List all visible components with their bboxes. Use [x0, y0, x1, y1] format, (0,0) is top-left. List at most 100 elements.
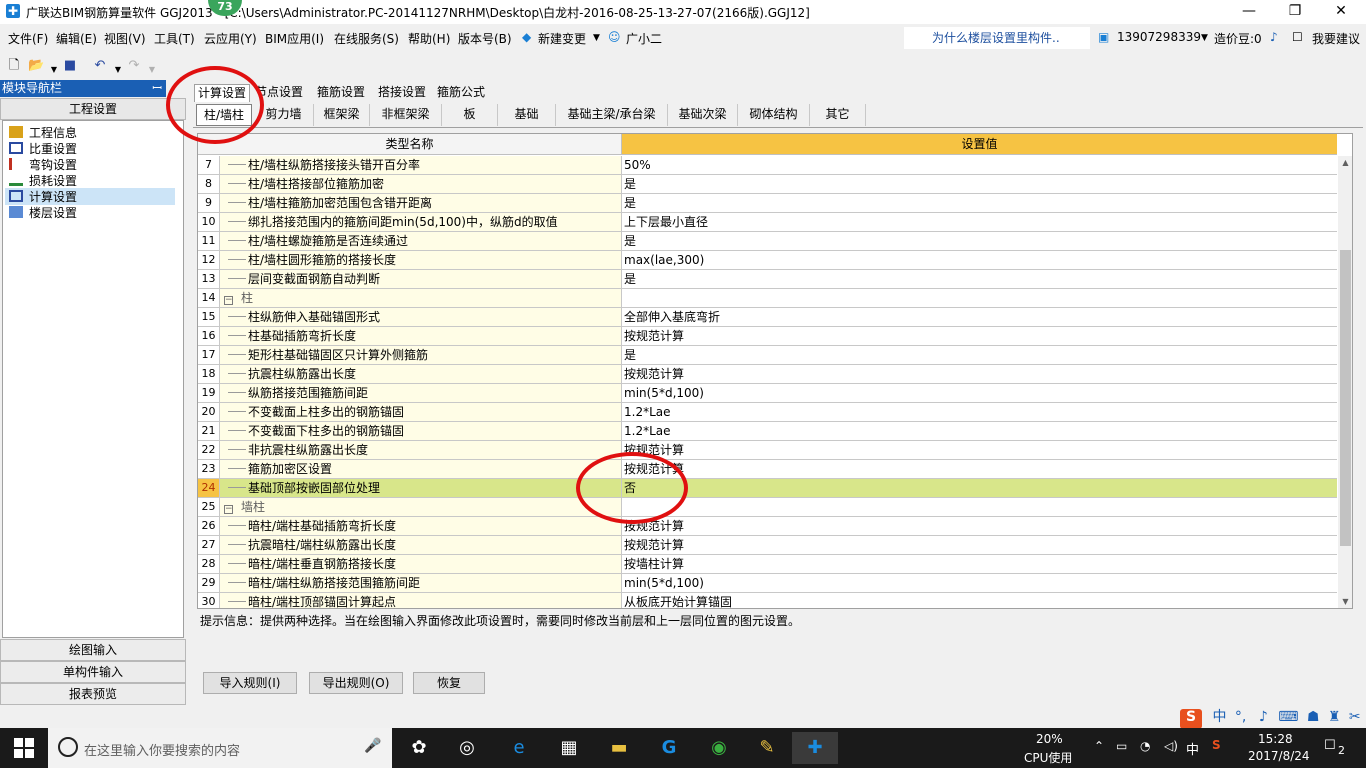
table-row[interactable]: 8 柱/墙柱搭接部位箍筋加密 是 — [198, 175, 1337, 194]
menu-version[interactable]: 版本号(B) — [458, 30, 512, 47]
task-view-icon[interactable]: ✿ — [396, 732, 442, 764]
table-row[interactable]: 10 绑扎搭接范围内的箍筋间距min(5d,100)中，纵筋d的取值 上下层最小直径 — [198, 213, 1337, 232]
setting-name-cell[interactable]: 柱纵筋伸入基础锚固形式 — [220, 308, 622, 326]
setting-value-cell[interactable]: 按规范计算 — [622, 441, 1337, 459]
table-row[interactable]: 29 暗柱/端柱纵筋搭接范围箍筋间距 min(5*d,100) — [198, 574, 1337, 593]
undo-dropdown-icon[interactable]: ▼ — [110, 62, 126, 78]
menu-tools[interactable]: 工具(T) — [154, 30, 195, 47]
menu-edit[interactable]: 编辑(E) — [56, 30, 97, 47]
scroll-thumb[interactable] — [1340, 250, 1351, 546]
ime-lang[interactable]: 中 — [1212, 709, 1226, 725]
table-row[interactable]: 23 箍筋加密区设置 按规范计算 — [198, 460, 1337, 479]
menu-help[interactable]: 帮助(H) — [408, 30, 450, 47]
restore-button[interactable]: ❐ — [1272, 0, 1318, 24]
table-row[interactable]: 19 纵筋搭接范围箍筋间距 min(5*d,100) — [198, 384, 1337, 403]
setting-name-cell[interactable]: 不变截面下柱多出的钢筋锚固 — [220, 422, 622, 440]
setting-name-cell[interactable]: 纵筋搭接范围箍筋间距 — [220, 384, 622, 402]
menu-online[interactable]: 在线服务(S) — [334, 30, 399, 47]
subtab-frame-beam[interactable]: 框架梁 — [314, 104, 370, 126]
menu-view[interactable]: 视图(V) — [104, 30, 146, 47]
clock-time[interactable]: 15:28 — [1258, 732, 1293, 746]
setting-name-cell[interactable]: 箍筋加密区设置 — [220, 460, 622, 478]
nav-item-loss[interactable]: 损耗设置 — [9, 172, 77, 189]
group-name-cell[interactable]: − 墙柱 — [220, 498, 622, 516]
setting-name-cell[interactable]: 抗震暗柱/端柱纵筋露出长度 — [220, 536, 622, 554]
collapse-icon[interactable]: − — [224, 296, 233, 305]
menu-cloud[interactable]: 云应用(Y) — [204, 30, 257, 47]
table-row[interactable]: 24 基础顶部按嵌固部位处理 否 — [198, 479, 1337, 498]
subtab-masonry[interactable]: 砌体结构 — [738, 104, 810, 126]
glodon-icon[interactable]: G — [646, 732, 692, 764]
vertical-scrollbar[interactable]: ▲ ▼ — [1338, 156, 1352, 608]
setting-value-cell[interactable]: 1.2*Lae — [622, 422, 1337, 440]
menu-bim[interactable]: BIM应用(I) — [265, 30, 324, 47]
setting-value-cell[interactable]: 按规范计算 — [622, 460, 1337, 478]
setting-value-cell[interactable]: 是 — [622, 194, 1337, 212]
user-phone[interactable]: 13907298339 — [1117, 30, 1201, 44]
file-explorer-icon[interactable]: ▬ — [596, 732, 642, 764]
setting-name-cell[interactable]: 柱/墙柱螺旋箍筋是否连续通过 — [220, 232, 622, 250]
setting-name-cell[interactable]: 绑扎搭接范围内的箍筋间距min(5d,100)中，纵筋d的取值 — [220, 213, 622, 231]
setting-name-cell[interactable]: 柱基础插筋弯折长度 — [220, 327, 622, 345]
setting-value-cell[interactable]: 按规范计算 — [622, 536, 1337, 554]
subtab-foundation[interactable]: 基础 — [498, 104, 556, 126]
setting-value-cell[interactable]: 按规范计算 — [622, 365, 1337, 383]
setting-name-cell[interactable]: 柱/墙柱圆形箍筋的搭接长度 — [220, 251, 622, 269]
table-row[interactable]: 27 抗震暗柱/端柱纵筋露出长度 按规范计算 — [198, 536, 1337, 555]
table-row[interactable]: 26 暗柱/端柱基础插筋弯折长度 按规范计算 — [198, 517, 1337, 536]
user-dropdown-icon[interactable]: ▼ — [1201, 33, 1208, 43]
table-row[interactable]: 22 非抗震柱纵筋露出长度 按规范计算 — [198, 441, 1337, 460]
setting-value-cell[interactable]: 否 — [622, 479, 1337, 497]
setting-value-cell[interactable]: 是 — [622, 270, 1337, 288]
table-row[interactable]: 30 暗柱/端柱顶部锚固计算起点 从板底开始计算锚固 — [198, 593, 1337, 608]
refresh-app-icon[interactable]: ◉ — [696, 732, 742, 764]
menu-file[interactable]: 文件(F) — [8, 30, 48, 47]
setting-value-cell[interactable]: 是 — [622, 175, 1337, 193]
redo-icon[interactable]: ↷ — [126, 58, 142, 74]
setting-value-cell[interactable] — [622, 498, 1337, 516]
wifi-icon[interactable]: ◔ — [1140, 739, 1150, 753]
table-row[interactable]: 20 不变截面上柱多出的钢筋锚固 1.2*Lae — [198, 403, 1337, 422]
nav-item-project-info[interactable]: 工程信息 — [9, 124, 77, 141]
edge-icon[interactable]: e — [496, 732, 542, 764]
subtab-foundation-main-beam[interactable]: 基础主梁/承台梁 — [556, 104, 668, 126]
setting-name-cell[interactable]: 矩形柱基础锚固区只计算外侧箍筋 — [220, 346, 622, 364]
tab-stirrup-formula[interactable]: 箍筋公式 — [434, 84, 488, 102]
setting-value-cell[interactable]: 按墙柱计算 — [622, 555, 1337, 573]
setting-value-cell[interactable]: 从板底开始计算锚固 — [622, 593, 1337, 608]
tools-icon[interactable]: ✂ — [1349, 709, 1361, 725]
setting-name-cell[interactable]: 不变截面上柱多出的钢筋锚固 — [220, 403, 622, 421]
setting-value-cell[interactable]: 是 — [622, 346, 1337, 364]
subtab-other[interactable]: 其它 — [810, 104, 866, 126]
table-row[interactable]: 7 柱/墙柱纵筋搭接接头错开百分率 50% — [198, 156, 1337, 175]
table-row[interactable]: 13 层间变截面钢筋自动判断 是 — [198, 270, 1337, 289]
network-icon[interactable]: ▭ — [1116, 739, 1127, 753]
store-icon[interactable]: ▦ — [546, 732, 592, 764]
nav-drawing-input[interactable]: 绘图输入 — [0, 639, 186, 661]
redo-dropdown-icon[interactable]: ▼ — [144, 62, 160, 78]
setting-name-cell[interactable]: 暗柱/端柱基础插筋弯折长度 — [220, 517, 622, 535]
column-header-name[interactable]: 类型名称 — [198, 134, 622, 155]
table-row[interactable]: 11 柱/墙柱螺旋箍筋是否连续通过 是 — [198, 232, 1337, 251]
setting-name-cell[interactable]: 层间变截面钢筋自动判断 — [220, 270, 622, 288]
collapse-icon[interactable]: − — [224, 505, 233, 514]
minimize-button[interactable]: — — [1226, 0, 1272, 24]
table-row[interactable]: 25− 墙柱 — [198, 498, 1337, 517]
column-header-value[interactable]: 设置值 — [622, 134, 1337, 155]
nav-item-calc[interactable]: 计算设置 — [5, 188, 175, 205]
windows-start-icon[interactable] — [14, 738, 34, 758]
setting-name-cell[interactable]: 抗震柱纵筋露出长度 — [220, 365, 622, 383]
setting-value-cell[interactable]: 按规范计算 — [622, 327, 1337, 345]
setting-name-cell[interactable]: 柱/墙柱搭接部位箍筋加密 — [220, 175, 622, 193]
keyboard-icon[interactable]: ⌨ — [1278, 709, 1298, 725]
setting-value-cell[interactable]: 上下层最小直径 — [622, 213, 1337, 231]
setting-name-cell[interactable]: 暗柱/端柱顶部锚固计算起点 — [220, 593, 622, 608]
nav-single-component[interactable]: 单构件输入 — [0, 661, 186, 683]
microphone-search-icon[interactable]: 🎤 — [364, 738, 381, 754]
browser-icon[interactable]: ◎ — [444, 732, 490, 764]
ime-symbols[interactable]: °, — [1235, 709, 1246, 725]
subtab-nonframe-beam[interactable]: 非框架梁 — [370, 104, 442, 126]
setting-value-cell[interactable]: max(lae,300) — [622, 251, 1337, 269]
skin-icon[interactable]: ☗ — [1307, 709, 1320, 725]
setting-name-cell[interactable]: 基础顶部按嵌固部位处理 — [220, 479, 622, 497]
